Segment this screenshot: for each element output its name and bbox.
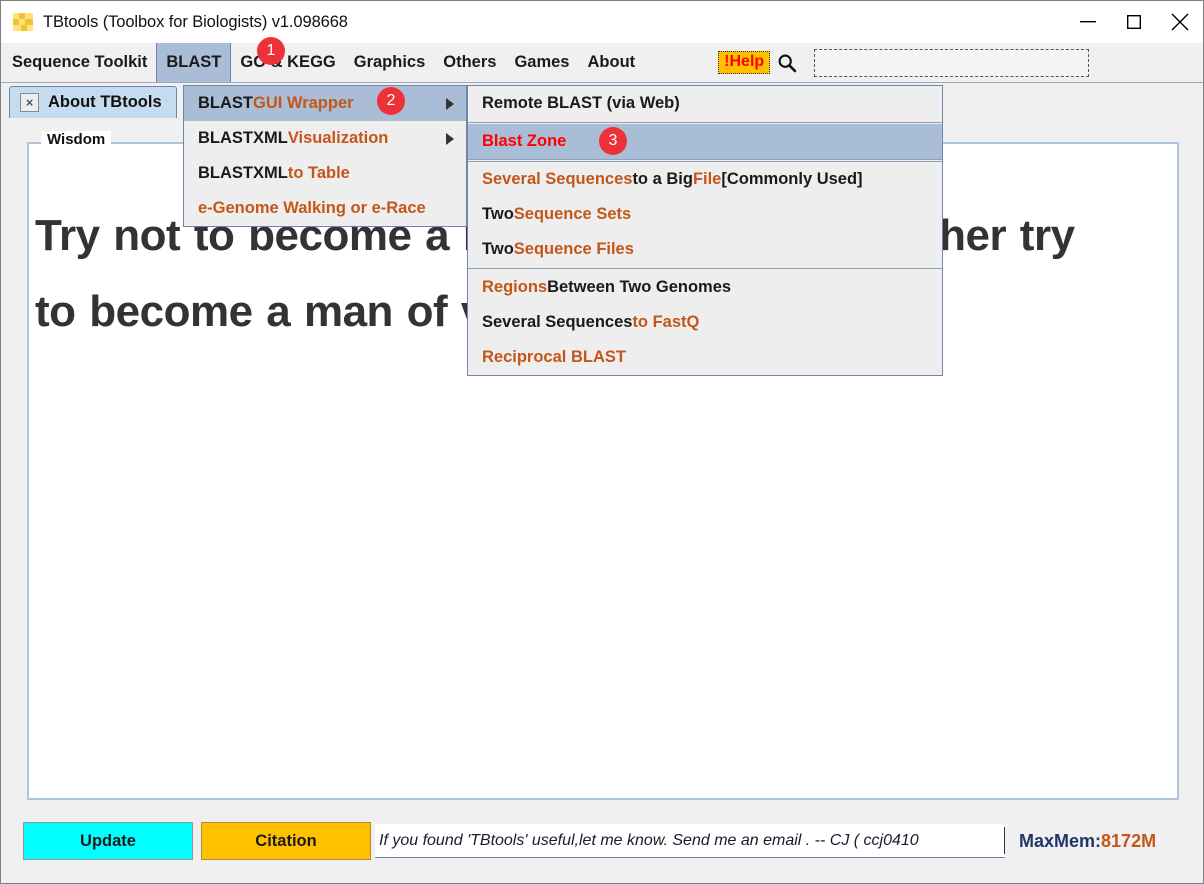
menubar-about[interactable]: About [579,43,645,82]
menu-bar: Sequence Toolkit BLAST GO & KEGG Graphic… [1,43,1203,83]
tbtools-logo-icon [13,13,33,31]
menubar-games[interactable]: Games [505,43,578,82]
menu-item-text-part: BLASTXML [198,129,288,147]
menu-item-text-part: Between Two Genomes [547,278,732,296]
step-badge-3: 3 [599,127,627,155]
menu-item-two-sequence-files[interactable]: Two Sequence Files [468,232,942,267]
minimize-button[interactable] [1065,1,1111,43]
update-button[interactable]: Update [23,822,193,860]
close-icon[interactable]: × [20,93,39,112]
menu-item-text-part: Sequence Files [513,240,634,258]
tbtools-window: TBtools (Toolbox for Biologists) v1.0986… [0,0,1204,884]
citation-button[interactable]: Citation [201,822,371,860]
menu-item-text-part: Visualization [287,129,389,147]
status-message-field[interactable]: If you found 'TBtools' useful,let me kno… [375,824,1005,858]
menu-item-blast-zone[interactable]: Blast Zone [468,124,942,159]
menu-item-text-part: File [692,170,722,188]
menu-item-regions-between-two-genomes[interactable]: Regions Between Two Genomes [468,270,942,305]
menu-item-text-part: Regions [482,278,548,296]
menu-item-text-part: Blast Zone [482,132,567,150]
menu-item-e-genome-walking-or-e-race[interactable]: e-Genome Walking or e-Race [184,191,466,226]
search-input[interactable] [814,48,1090,77]
menu-item-text-part: Remote BLAST (via Web) [482,94,680,112]
chevron-right-icon [446,132,454,145]
menu-item-text-part: BLAST [198,94,253,112]
menu-separator [468,268,942,269]
menu-item-text-part: e-Genome Walking or e-Race [198,199,426,217]
menu-item-remote-blast-via-web[interactable]: Remote BLAST (via Web) [468,86,942,121]
max-memory-value: 8172M [1101,831,1157,851]
menu-item-two-sequence-sets[interactable]: Two Sequence Sets [468,197,942,232]
help-button[interactable]: !Help [718,51,771,74]
menu-item-text-part: to a Big [632,170,693,188]
menu-item-blast-gui-wrapper[interactable]: BLAST GUI Wrapper [184,86,466,121]
tab-about-tbtools[interactable]: × About TBtools [9,86,177,118]
menubar-others[interactable]: Others [434,43,505,82]
menu-item-text-part: Two [482,240,514,258]
bottom-bar: Update Citation If you found 'TBtools' u… [3,810,1201,883]
wisdom-legend: Wisdom [41,131,112,148]
menubar-sequence-toolkit[interactable]: Sequence Toolkit [1,43,156,82]
menu-item-blastxml-visualization[interactable]: BLASTXML Visualization [184,121,466,156]
tab-label: About TBtools [48,93,162,111]
menu-gui-wrapper-submenu: Remote BLAST (via Web) Blast Zone Severa… [467,85,943,376]
title-bar: TBtools (Toolbox for Biologists) v1.0986… [1,1,1203,43]
menu-item-text-part: Several Sequences [482,170,633,188]
menu-item-text-part: to Table [287,164,350,182]
menu-item-text-part: Sequence Sets [513,205,632,223]
max-memory-label: MaxMem: [1019,831,1102,851]
menubar-go-kegg[interactable]: GO & KEGG [231,43,344,82]
text-caret [1004,827,1005,854]
menu-item-text-part: Reciprocal BLAST [482,348,626,366]
menu-item-text-part: BLASTXML [198,164,288,182]
max-memory-indicator: MaxMem:8172M [1019,824,1156,858]
menubar-blast[interactable]: BLAST [156,43,232,82]
close-button[interactable] [1157,1,1203,43]
window-title: TBtools (Toolbox for Biologists) v1.0986… [43,12,348,31]
magnifier-icon[interactable] [776,52,798,74]
status-message-text: If you found 'TBtools' useful,let me kno… [379,831,919,849]
maximize-button[interactable] [1111,1,1157,43]
step-badge-2: 2 [377,87,405,115]
menu-item-text-part: Several Sequences [482,313,633,331]
menu-item-text-part: GUI Wrapper [253,94,354,112]
window-controls [1065,1,1203,43]
menu-item-several-sequences-to-a-big-file[interactable]: Several Sequences to a Big File [Commonl… [468,162,942,197]
menu-blast-dropdown: BLAST GUI Wrapper BLASTXML Visualization… [183,85,467,227]
menu-item-reciprocal-blast[interactable]: Reciprocal BLAST [468,340,942,375]
step-badge-1: 1 [257,37,285,65]
menu-separator [468,122,942,123]
menu-item-several-sequences-to-fastq[interactable]: Several Sequences to FastQ [468,305,942,340]
menu-item-text-part: Two [482,205,514,223]
menu-item-blastxml-to-table[interactable]: BLASTXML to Table [184,156,466,191]
menubar-graphics[interactable]: Graphics [345,43,435,82]
menu-item-text-part: [Commonly Used] [721,170,863,188]
chevron-right-icon [446,97,454,110]
menu-item-text-part: to FastQ [632,313,700,331]
